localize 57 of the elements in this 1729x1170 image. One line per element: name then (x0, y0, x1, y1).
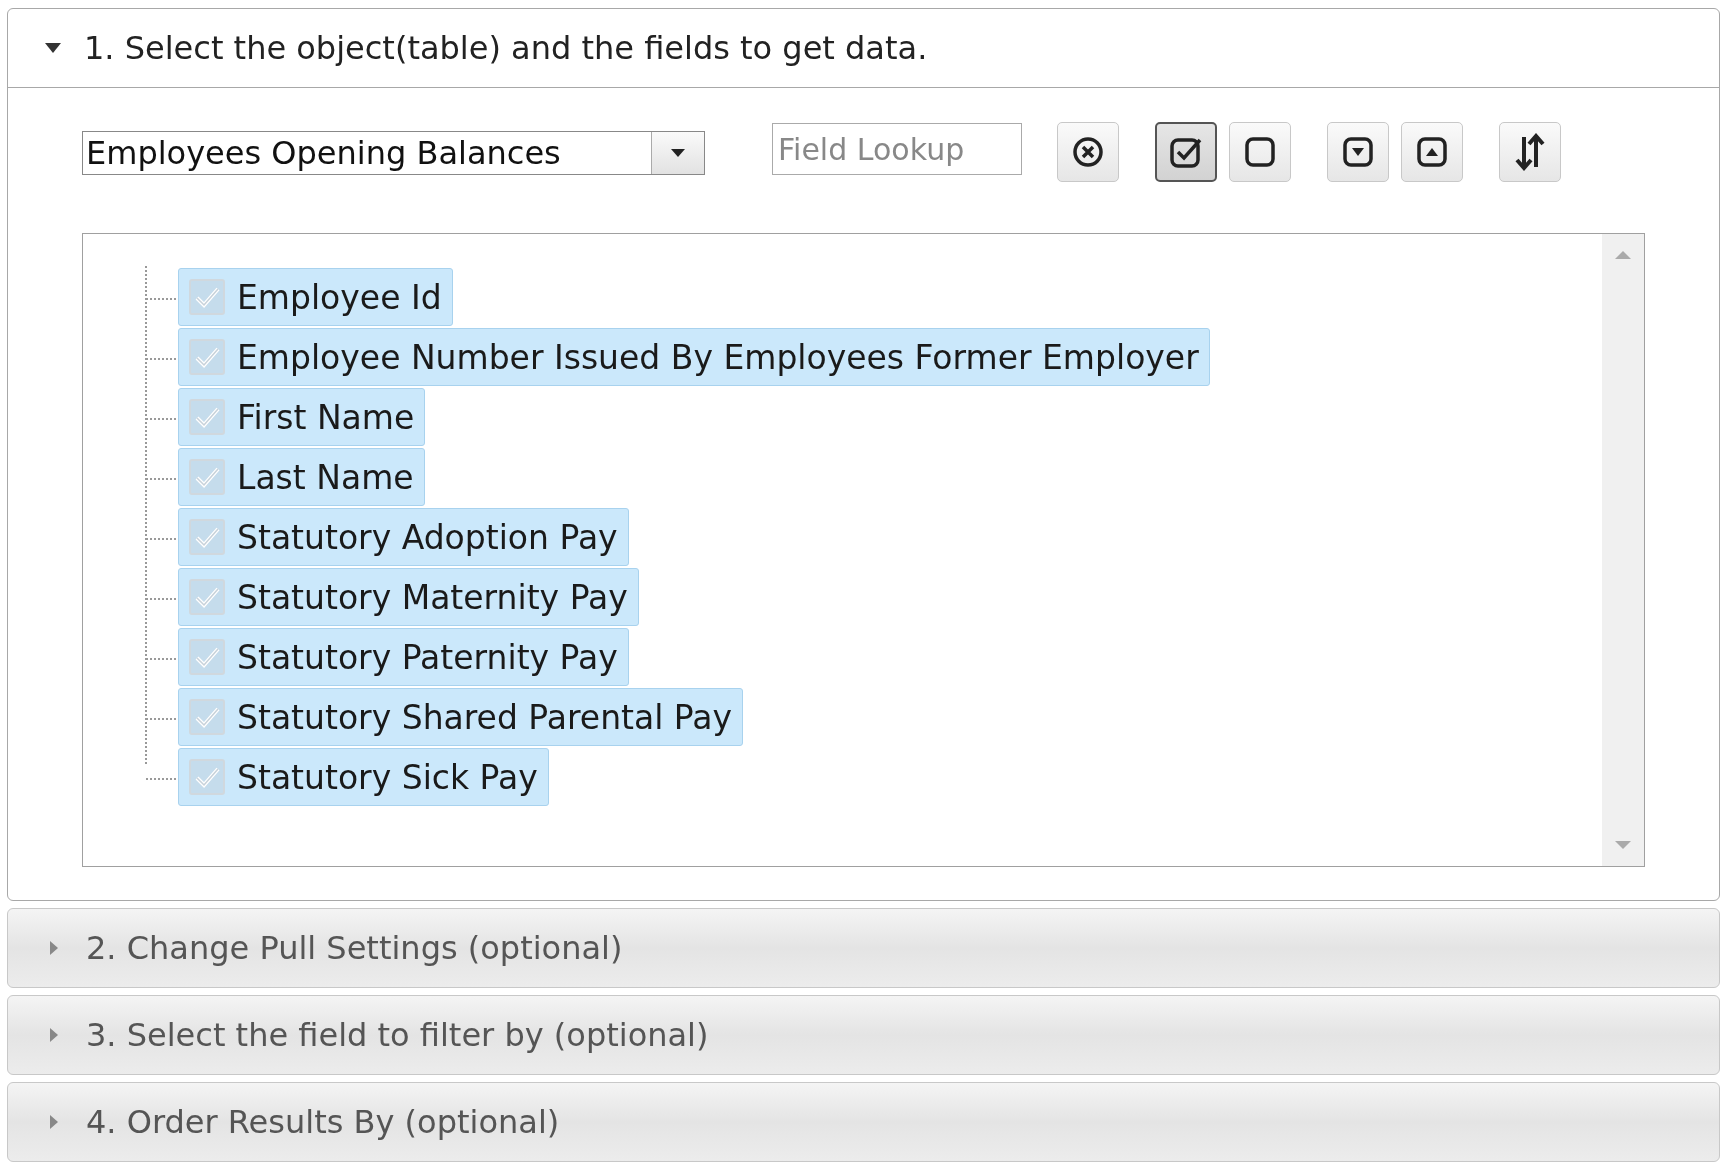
checkbox[interactable] (189, 399, 225, 435)
checkmark-icon (194, 346, 220, 368)
field-tree-item[interactable]: Statutory Shared Parental Pay (178, 688, 744, 746)
checkmark-icon (194, 586, 220, 608)
field-tree-item[interactable]: Statutory Sick Pay (178, 748, 549, 806)
clear-button[interactable] (1057, 122, 1119, 182)
panel-header[interactable]: 3. Select the field to filter by (optional) (8, 996, 1719, 1074)
uncheck-all-button[interactable] (1229, 122, 1291, 182)
checkmark-icon (194, 766, 220, 788)
panel-header[interactable]: 2. Change Pull Settings (optional) (8, 909, 1719, 987)
empty-box-icon (1243, 135, 1277, 169)
checkmark-icon (194, 406, 220, 428)
collapse-button[interactable] (1401, 122, 1463, 182)
checkbox[interactable] (189, 279, 225, 315)
sort-button[interactable] (1499, 122, 1561, 182)
checkmark-icon (194, 286, 220, 308)
scroll-up-icon[interactable] (1614, 250, 1632, 260)
panel-header[interactable]: 4. Order Results By (optional) (8, 1083, 1719, 1161)
caret-right-icon (48, 1026, 60, 1044)
checked-box-icon (1169, 135, 1203, 169)
checkbox[interactable] (189, 519, 225, 555)
panel-title: 4. Order Results By (optional) (86, 1103, 560, 1141)
field-tree-item[interactable]: Statutory Paternity Pay (178, 628, 629, 686)
field-tree-item[interactable]: Employee Number Issued By Employees Former Employer (178, 328, 1210, 386)
panel-title: 3. Select the field to filter by (optional) (86, 1016, 709, 1054)
field-tree-item[interactable]: Statutory Adoption Pay (178, 508, 629, 566)
caret-right-icon (48, 939, 60, 957)
caret-down-box-icon (1341, 135, 1375, 169)
checkmark-icon (194, 706, 220, 728)
checkbox[interactable] (189, 579, 225, 615)
caret-right-icon (48, 1113, 60, 1131)
checkmark-icon (194, 526, 220, 548)
checkbox[interactable] (189, 339, 225, 375)
checkbox[interactable] (189, 699, 225, 735)
checkmark-icon (194, 646, 220, 668)
caret-down-icon (44, 42, 62, 54)
caret-down-icon (670, 148, 686, 158)
checkmark-icon (194, 466, 220, 488)
scrollbar[interactable] (1602, 234, 1644, 866)
expand-button[interactable] (1327, 122, 1389, 182)
field-tree-item[interactable]: Last Name (178, 448, 425, 506)
sort-arrows-icon (1513, 133, 1547, 171)
scroll-down-icon[interactable] (1614, 840, 1632, 850)
checkbox[interactable] (189, 759, 225, 795)
panel-title: 1. Select the object(table) and the fields to get data. (84, 29, 928, 67)
checkbox[interactable] (189, 459, 225, 495)
field-tree-item[interactable]: First Name (178, 388, 426, 446)
panel-title: 2. Change Pull Settings (optional) (86, 929, 623, 967)
object-dropdown[interactable]: Employees Opening Balances (82, 131, 705, 175)
checkbox[interactable] (189, 639, 225, 675)
caret-up-box-icon (1415, 135, 1449, 169)
field-tree-item[interactable]: Statutory Maternity Pay (178, 568, 639, 626)
field-tree-item[interactable]: Employee Id (178, 268, 453, 326)
check-all-button[interactable] (1155, 122, 1217, 182)
panel-header[interactable]: 1. Select the object(table) and the fields to get data. (8, 9, 1719, 88)
close-circle-icon (1071, 135, 1105, 169)
field-lookup-input[interactable]: Field Lookup (772, 123, 1022, 175)
